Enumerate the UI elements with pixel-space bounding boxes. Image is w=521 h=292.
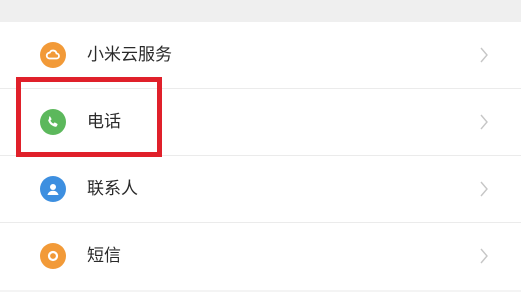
chevron-right-icon — [479, 46, 489, 64]
chevron-right-icon — [479, 113, 489, 131]
settings-item-messages[interactable]: 短信 — [0, 223, 521, 290]
phone-icon — [40, 109, 66, 135]
settings-item-contacts[interactable]: 联系人 — [0, 156, 521, 223]
settings-item-label: 联系人 — [87, 179, 138, 199]
settings-item-label: 电话 — [87, 112, 121, 132]
message-icon — [40, 243, 66, 269]
chevron-right-icon — [479, 247, 489, 265]
settings-list: 小米云服务 电话 联系人 短信 — [0, 22, 521, 290]
settings-item-xiaomi-cloud[interactable]: 小米云服务 — [0, 22, 521, 89]
chevron-right-icon — [479, 180, 489, 198]
settings-item-label: 小米云服务 — [87, 45, 172, 65]
settings-item-phone[interactable]: 电话 — [0, 89, 521, 156]
section-header-strip — [0, 0, 521, 22]
cloud-icon — [40, 42, 66, 68]
settings-item-label: 短信 — [87, 246, 121, 266]
contacts-icon — [40, 176, 66, 202]
